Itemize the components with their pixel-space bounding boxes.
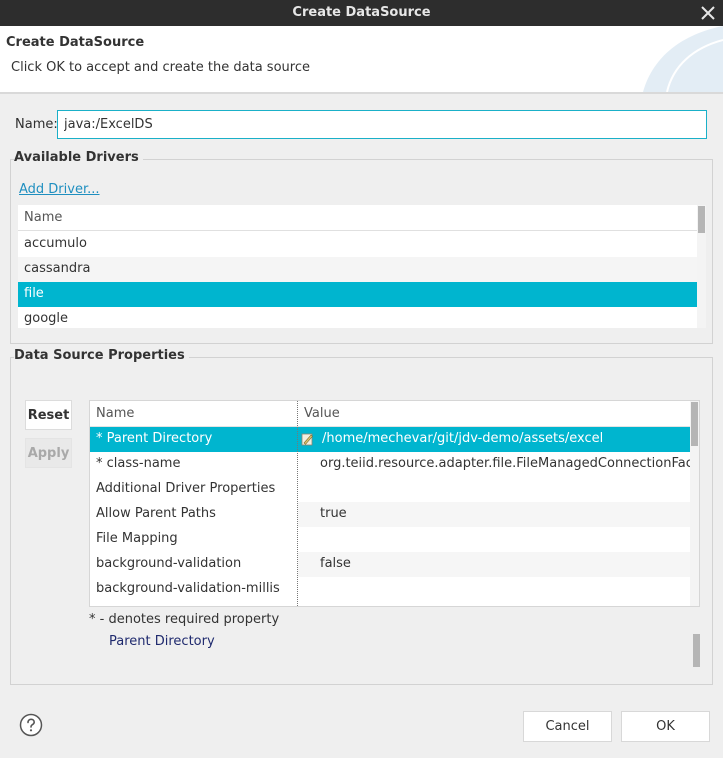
driver-label: accumulo bbox=[24, 236, 87, 251]
properties-table[interactable]: Name Value * Parent Directory /home/mech… bbox=[89, 400, 700, 607]
dialog-header: Create DataSource Click OK to accept and… bbox=[0, 26, 723, 92]
property-value[interactable]: true bbox=[320, 506, 347, 521]
property-value[interactable]: false bbox=[320, 556, 351, 571]
property-name: background-validation bbox=[96, 556, 242, 571]
close-icon[interactable] bbox=[699, 4, 717, 22]
apply-button[interactable]: Apply bbox=[25, 438, 72, 468]
name-label: Name: bbox=[15, 117, 58, 132]
name-input[interactable] bbox=[57, 110, 707, 139]
driver-label: google bbox=[24, 311, 69, 326]
header-separator bbox=[0, 92, 723, 94]
property-name: File Mapping bbox=[96, 531, 178, 546]
column-divider[interactable] bbox=[297, 401, 298, 606]
property-row-background-validation[interactable]: background-validation false bbox=[90, 552, 691, 577]
property-row-background-validation-millis[interactable]: background-validation-millis bbox=[90, 577, 691, 602]
add-driver-link[interactable]: Add Driver... bbox=[19, 182, 100, 197]
property-name: * class-name bbox=[96, 456, 181, 471]
property-name: Additional Driver Properties bbox=[96, 481, 276, 496]
property-value-background bbox=[298, 552, 691, 577]
property-row-file-mapping[interactable]: File Mapping bbox=[90, 527, 691, 552]
dialog-header-description: Click OK to accept and create the data s… bbox=[11, 60, 310, 75]
header-decoration bbox=[643, 26, 723, 92]
properties-name-column-header[interactable]: Name bbox=[96, 406, 134, 421]
drivers-table[interactable]: Name accumulo cassandra file google bbox=[18, 205, 706, 328]
property-name: Allow Parent Paths bbox=[96, 506, 216, 521]
available-drivers-title: Available Drivers bbox=[14, 150, 143, 165]
title-bar: Create DataSource bbox=[0, 0, 723, 26]
cancel-button[interactable]: Cancel bbox=[523, 711, 612, 742]
property-row-allow-parent-paths[interactable]: Allow Parent Paths true bbox=[90, 502, 691, 527]
driver-row-file[interactable]: file bbox=[18, 282, 697, 307]
properties-table-header: Name Value bbox=[90, 401, 691, 427]
properties-value-column-header[interactable]: Value bbox=[304, 406, 340, 421]
driver-row-accumulo[interactable]: accumulo bbox=[18, 232, 697, 257]
property-value[interactable]: /home/mechevar/git/jdv-demo/assets/excel bbox=[322, 431, 603, 446]
property-row-class-name[interactable]: * class-name org.teiid.resource.adapter.… bbox=[90, 452, 699, 477]
property-description-name: Parent Directory bbox=[109, 634, 215, 649]
help-icon[interactable] bbox=[19, 713, 43, 737]
data-source-properties-title: Data Source Properties bbox=[14, 348, 189, 363]
properties-scrollbar-thumb[interactable] bbox=[691, 402, 698, 446]
driver-label: cassandra bbox=[24, 261, 91, 276]
property-row-parent-directory[interactable]: * Parent Directory /home/mechevar/git/jd… bbox=[90, 427, 691, 452]
drivers-name-column-header: Name bbox=[24, 210, 63, 225]
driver-row-google[interactable]: google bbox=[18, 307, 697, 328]
property-value[interactable]: org.teiid.resource.adapter.file.FileMana… bbox=[320, 456, 699, 471]
properties-scrollbar[interactable] bbox=[690, 401, 699, 606]
edit-pencil-icon[interactable] bbox=[300, 432, 314, 446]
drivers-table-header[interactable]: Name bbox=[18, 205, 697, 231]
driver-label: file bbox=[24, 286, 44, 301]
description-scrollbar[interactable] bbox=[693, 634, 700, 667]
driver-row-cassandra[interactable]: cassandra bbox=[18, 257, 697, 282]
ok-button[interactable]: OK bbox=[621, 711, 710, 742]
property-name: * Parent Directory bbox=[96, 431, 213, 446]
property-name: background-validation-millis bbox=[96, 581, 280, 596]
property-value-background bbox=[298, 502, 691, 527]
dialog-header-title: Create DataSource bbox=[6, 35, 145, 50]
drivers-scrollbar[interactable] bbox=[697, 205, 706, 328]
property-row-additional-driver-properties[interactable]: Additional Driver Properties bbox=[90, 477, 691, 502]
window-title: Create DataSource bbox=[292, 5, 431, 20]
reset-button[interactable]: Reset bbox=[25, 400, 72, 430]
required-property-note: * - denotes required property bbox=[89, 612, 280, 627]
drivers-scrollbar-thumb[interactable] bbox=[698, 206, 705, 233]
